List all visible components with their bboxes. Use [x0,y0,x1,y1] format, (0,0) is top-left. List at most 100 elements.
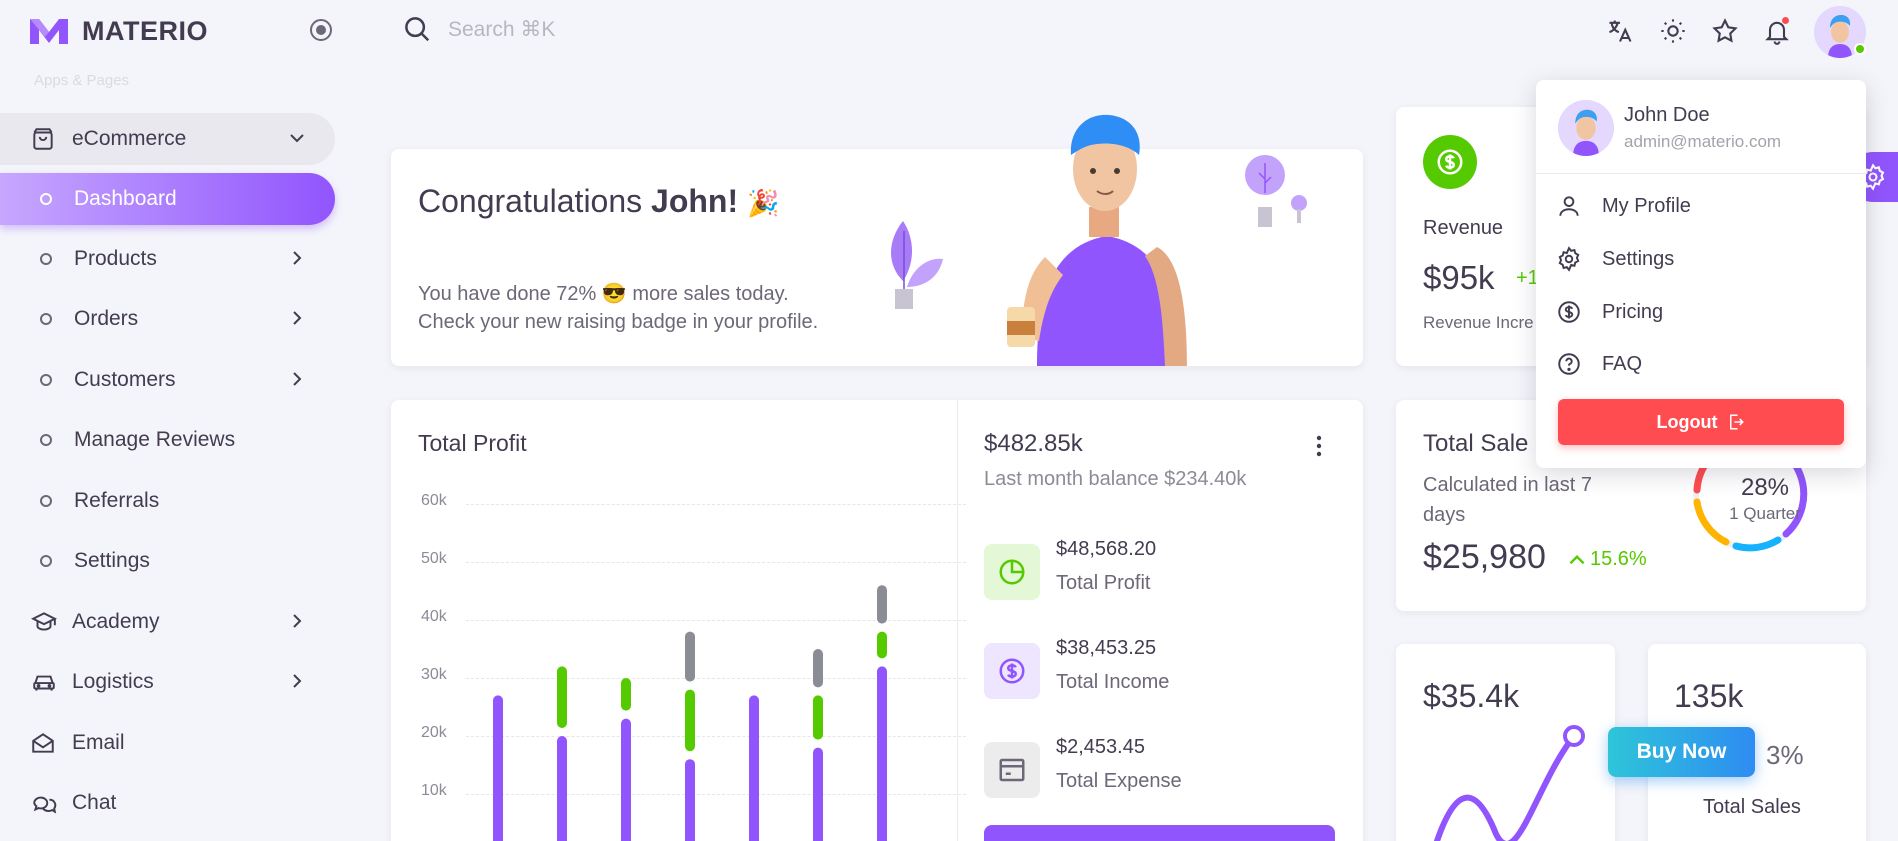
revenue-value: $95k [1423,259,1495,296]
graduation-cap-icon [30,612,58,631]
bullet-icon [40,193,52,205]
nav-section-label: Apps & Pages [34,72,130,89]
avatar [1558,100,1614,156]
profit-bar-segment [877,585,887,624]
sidebar-item-settings[interactable]: Settings [0,535,335,587]
user-menu-header: John Doe admin@materio.com [1536,80,1866,174]
profit-bar-segment [813,747,823,841]
sidebar-item-label: Chat [72,791,117,814]
balance-label: Total Expense [1056,770,1182,792]
sidebar-collapse-toggle[interactable] [309,18,333,42]
sidebar-item-email[interactable]: Email [0,717,335,769]
sidebar-item-dashboard[interactable]: Dashboard [0,173,335,225]
search-bar[interactable]: Search ⌘K [402,14,555,44]
theme-toggle-button[interactable] [1656,14,1690,48]
dollar-circle-icon [1437,149,1463,175]
total-sales-title: Total Sale [1423,430,1529,457]
sidebar-item-chat[interactable]: Chat [0,777,335,829]
sidebar-item-label: Settings [74,549,150,572]
pie-chart-icon [999,559,1025,585]
balance-row-expense: $2,453.45 Total Expense [984,736,1324,800]
shortcuts-button[interactable] [1708,14,1742,48]
profit-bar-segment [621,678,631,711]
sales-line-card: $35.4k [1396,644,1615,841]
total-profit-chart: 60k 50k 40k 30k 20k 10k [391,400,966,841]
chevron-down-icon [290,134,304,143]
total-sales-value: $25,980 [1423,538,1546,576]
balance-amount: $2,453.45 [1056,736,1145,758]
balance-row-profit: $48,568.20 Total Profit [984,538,1324,602]
sidebar-item-customers[interactable]: Customers [0,354,335,406]
profit-bar-segment [685,631,695,682]
sidebar-item-label: Referrals [74,489,160,512]
chevron-right-icon [293,311,302,325]
shopping-bag-icon [33,128,53,150]
buy-now-button[interactable]: Buy Now [1608,727,1755,777]
sidebar-item-label: Products [74,247,157,270]
balance-label: Total Profit [1056,572,1151,594]
sidebar-item-academy[interactable]: Academy [0,596,335,648]
user-icon [1559,196,1579,216]
settings-icon [1558,246,1580,272]
star-icon [1712,18,1738,43]
translate-button[interactable] [1603,14,1637,48]
notifications-button[interactable] [1760,14,1794,48]
congratulations-card: Congratulations John! 🎉 You have done 72… [391,114,1363,366]
dollar-icon-badge [984,643,1040,699]
materio-logo-icon [30,19,68,44]
total-sales-small-partial: 3% [1766,740,1804,770]
person-illustration [1007,114,1187,366]
profit-bar-segment [877,666,887,841]
radio-checked-icon [310,19,332,41]
sales-line-value: $35.4k [1423,678,1520,714]
profit-bar-segment [557,666,567,728]
bullet-icon [40,555,52,567]
donut-percent: 28% [1740,474,1790,501]
balance-value: $482.85k [984,430,1083,457]
view-report-button[interactable] [984,825,1335,841]
sidebar-item-label: eCommerce [72,127,187,150]
plant-illustration [891,221,943,309]
menu-item-pricing[interactable]: Pricing [1556,290,1846,334]
sidebar-item-logistics[interactable]: Logistics [0,656,335,708]
profit-bar-segment [621,718,631,841]
chevron-right-icon [293,372,302,386]
congrats-title: Congratulations John! 🎉 [418,183,779,220]
sidebar-item-referrals[interactable]: Referrals [0,475,335,527]
total-sales-delta: 15.6% [1566,548,1647,571]
chevron-right-icon [293,674,302,688]
more-options-button[interactable] [1315,434,1323,458]
notification-badge [1781,16,1790,25]
mail-open-icon [32,733,54,753]
dots-vertical-icon [1316,435,1322,457]
balance-row-income: $38,453.25 Total Income [984,637,1324,701]
bullet-icon [40,374,52,386]
revenue-subtitle: Revenue Incre [1423,313,1534,332]
congrats-title-prefix: Congratulations [418,183,652,219]
profit-bar-segment [749,695,759,841]
menu-item-label: My Profile [1602,194,1691,217]
menu-item-my-profile[interactable]: My Profile [1556,184,1846,228]
logout-button[interactable]: Logout [1558,399,1844,445]
sidebar-item-label: Email [72,731,125,754]
sidebar-item-label: Manage Reviews [74,428,236,451]
sidebar-item-orders[interactable]: Orders [0,293,335,345]
menu-item-settings[interactable]: Settings [1556,237,1846,281]
total-sales-delta-value: 15.6% [1590,548,1647,570]
dollar-circle-icon [999,658,1025,684]
car-icon [33,675,55,691]
sidebar-item-products[interactable]: Products [0,233,335,285]
sidebar-item-ecommerce[interactable]: eCommerce [0,113,335,165]
total-sales-small-value: 135k [1674,678,1744,714]
online-status-indicator [1854,43,1866,55]
sidebar-item-manage-reviews[interactable]: Manage Reviews [0,414,335,466]
bullet-icon [40,313,52,325]
bullet-icon [40,434,52,446]
user-email: admin@materio.com [1624,132,1782,151]
chat-icon [33,796,57,814]
chevron-up-icon [1569,554,1585,564]
brand[interactable]: MATERIO [28,12,208,50]
menu-item-faq[interactable]: FAQ [1556,342,1846,386]
profit-bar-segment [813,649,823,688]
congrats-line-1: You have done 72% 😎 more sales today. [418,283,789,305]
